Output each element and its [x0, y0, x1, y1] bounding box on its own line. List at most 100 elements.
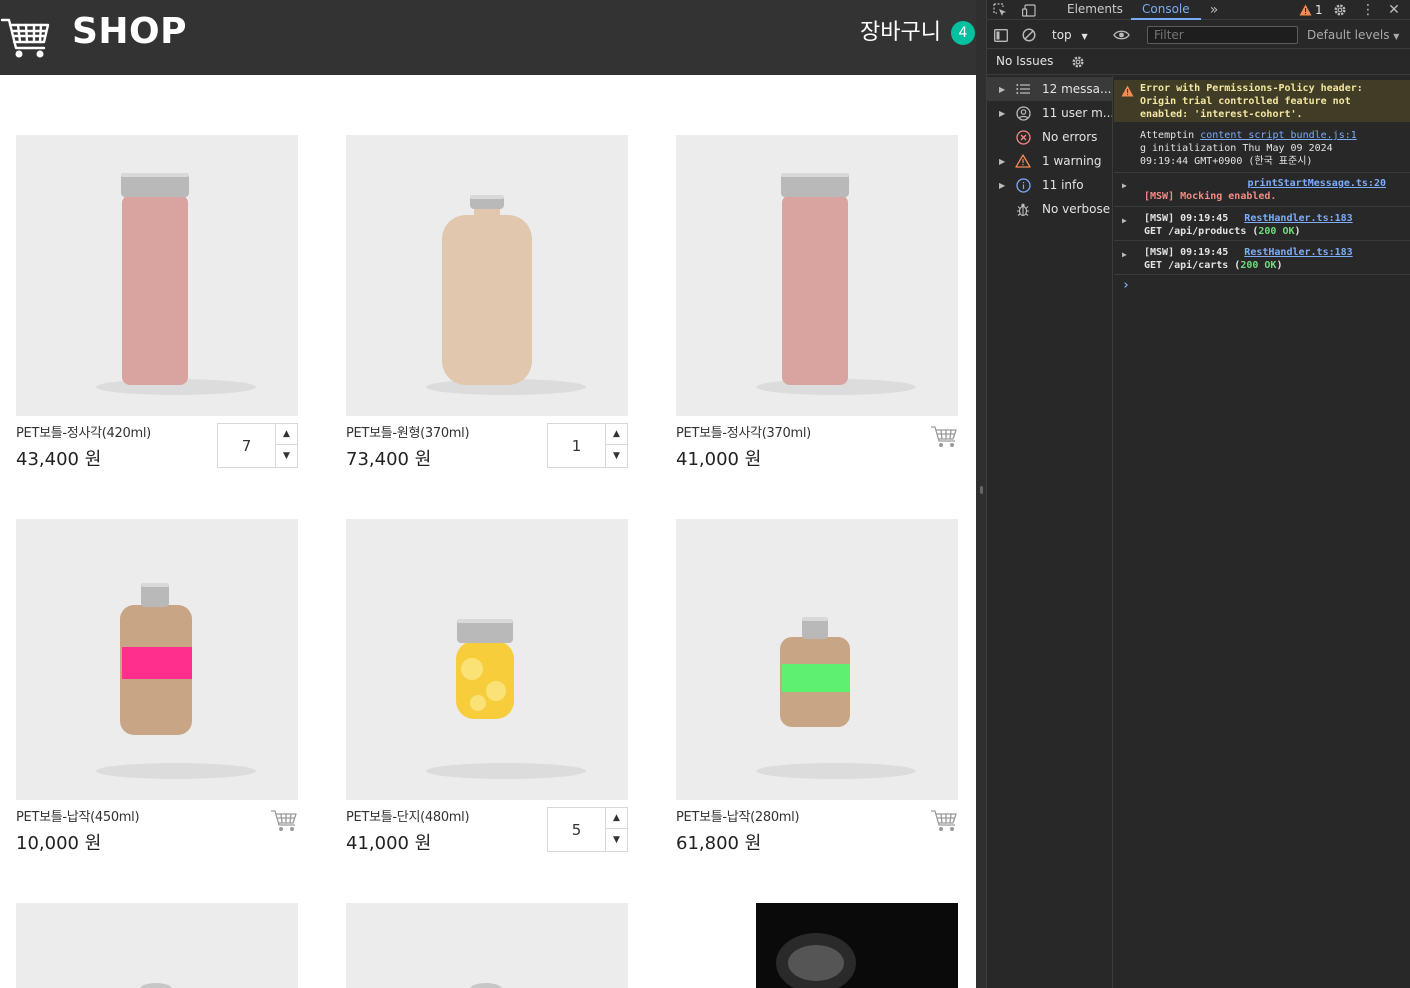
log-text: GET /api/products ( [1144, 226, 1259, 237]
expand-arrow-icon[interactable]: ▶ [1122, 248, 1127, 261]
log-levels-dropdown[interactable]: Default levels ▼ [1307, 25, 1399, 45]
context-selector[interactable]: top ▼ [1052, 25, 1088, 45]
quantity-stepper[interactable]: 5 ▲ ▼ [547, 807, 628, 852]
console-log-msw[interactable]: ▶ printStartMessage.ts:20 [MSW] Mocking … [1114, 177, 1410, 203]
product-name: PET보틀-정사각(370ml) [676, 426, 811, 441]
divider [1114, 240, 1410, 241]
shop-page: SHOP 장바구니 4 PET보틀-정사각(420ml) 43,400 원 7 ▲ ▼ P… [0, 0, 976, 988]
quantity-stepper[interactable]: 1 ▲ ▼ [547, 423, 628, 468]
quantity-stepper[interactable]: 7 ▲ ▼ [217, 423, 298, 468]
sidebar-toggle-icon[interactable] [992, 26, 1010, 44]
list-icon [1014, 80, 1032, 98]
warning-line: Origin trial controlled feature not [1140, 96, 1351, 107]
sidebar-item-label: No errors [1042, 130, 1098, 144]
log-text: g initialization Thu May 09 2024 [1140, 143, 1333, 154]
expand-arrow-icon: ▶ [999, 156, 1006, 166]
product-image[interactable] [16, 903, 298, 988]
resizer-grip [980, 486, 983, 494]
console-log-request-products[interactable]: ▶ [MSW] 09:19:45 RestHandler.ts:183 GET /… [1114, 212, 1410, 238]
quantity-value[interactable]: 1 [548, 424, 606, 467]
quantity-value[interactable]: 7 [218, 424, 276, 467]
source-link[interactable]: RestHandler.ts:183 [1244, 247, 1352, 258]
quantity-value[interactable]: 5 [548, 808, 606, 851]
decrease-quantity-icon[interactable]: ▼ [606, 829, 627, 850]
settings-gear-icon[interactable] [1331, 1, 1349, 19]
cart-logo-icon[interactable] [0, 10, 52, 62]
product-card: PET보틀-단지(480ml) 41,000 원 5 ▲ ▼ [346, 519, 628, 859]
sidebar-item-label: 11 user m... [1042, 106, 1112, 120]
expand-arrow-icon: ▶ [999, 180, 1006, 190]
source-link[interactable]: printStartMessage.ts:20 [1248, 178, 1386, 189]
product-image[interactable] [16, 135, 298, 416]
console-warning-message[interactable]: Error with Permissions-Policy header: Or… [1114, 80, 1410, 122]
console-log-request-carts[interactable]: ▶ [MSW] 09:19:45 RestHandler.ts:183 GET /… [1114, 246, 1410, 272]
add-to-cart-icon[interactable] [930, 423, 958, 449]
sidebar-item-messages[interactable]: ▶ 12 messa... [987, 77, 1112, 101]
devtools-resizer[interactable] [976, 0, 987, 988]
product-card: PET보틀-원형(370ml) 73,400 원 1 ▲ ▼ [346, 135, 628, 475]
status-ok: 200 OK [1258, 226, 1295, 237]
live-expression-eye-icon[interactable] [1112, 26, 1130, 44]
product-name: PET보틀-단지(480ml) [346, 810, 470, 825]
caret-down-icon: ▼ [1081, 32, 1088, 41]
console-settings-gear-icon[interactable] [1069, 53, 1087, 71]
tab-elements[interactable]: Elements [1067, 0, 1123, 20]
expand-arrow-icon[interactable]: ▶ [1122, 214, 1127, 227]
warning-count: 1 [1315, 3, 1323, 17]
log-levels-label: Default levels [1307, 28, 1390, 42]
log-text: [MSW] Mocking enabled. [1144, 191, 1277, 202]
add-to-cart-icon[interactable] [930, 807, 958, 833]
product-card: PET보틀-납작(450ml) 10,000 원 [16, 519, 298, 859]
expand-arrow-icon[interactable]: ▶ [1122, 179, 1127, 192]
product-image[interactable] [676, 903, 958, 988]
expand-arrow-icon: ▶ [999, 84, 1006, 94]
warning-counter[interactable]: 1 [1299, 1, 1323, 19]
device-toolbar-icon[interactable] [1020, 1, 1038, 19]
product-name: PET보틀-납작(450ml) [16, 810, 140, 825]
console-filter-input[interactable] [1147, 26, 1298, 44]
product-image[interactable] [16, 519, 298, 800]
increase-quantity-icon[interactable]: ▲ [606, 424, 627, 445]
product-image[interactable] [346, 903, 628, 988]
tab-console[interactable]: Console [1131, 0, 1201, 20]
log-text: ) [1276, 260, 1283, 271]
product-image[interactable] [346, 135, 628, 416]
clear-console-icon[interactable] [1020, 26, 1038, 44]
console-log-init[interactable]: Attemptin content script bundle.js:1 g i… [1114, 129, 1410, 168]
increase-quantity-icon[interactable]: ▲ [606, 808, 627, 829]
shop-title[interactable]: SHOP [72, 10, 187, 54]
cart-nav-link[interactable]: 장바구니 4 [860, 16, 975, 50]
sidebar-item-verbose[interactable]: No verbose [987, 197, 1112, 221]
decrease-quantity-icon[interactable]: ▼ [276, 445, 297, 466]
warning-line: enabled: 'interest-cohort'. [1140, 109, 1303, 120]
log-text: [MSW] 09:19:45 [1144, 247, 1229, 258]
product-name: PET보틀-원형(370ml) [346, 426, 470, 441]
product-price: 61,800 원 [676, 833, 762, 854]
product-price: 41,000 원 [676, 449, 762, 470]
warning-line: Error with Permissions-Policy header: [1140, 83, 1363, 94]
console-output: Error with Permissions-Policy header: Or… [1114, 76, 1410, 988]
decrease-quantity-icon[interactable]: ▼ [606, 445, 627, 466]
source-link[interactable]: RestHandler.ts:183 [1244, 213, 1352, 224]
expand-arrow-icon: ▶ [999, 108, 1006, 118]
sidebar-item-user-messages[interactable]: ▶ 11 user m... [987, 101, 1112, 125]
close-devtools-icon[interactable]: ✕ [1385, 1, 1403, 19]
product-image[interactable] [676, 135, 958, 416]
kebab-menu-icon[interactable]: ⋮ [1359, 1, 1377, 19]
product-image[interactable] [346, 519, 628, 800]
sidebar-item-label: 11 info [1042, 178, 1084, 192]
sidebar-item-info[interactable]: ▶ 11 info [987, 173, 1112, 197]
sidebar-item-label: 12 messa... [1042, 82, 1112, 96]
source-link[interactable]: content script bundle.js:1 [1200, 130, 1357, 141]
add-to-cart-icon[interactable] [270, 807, 298, 833]
increase-quantity-icon[interactable]: ▲ [276, 424, 297, 445]
more-tabs-icon[interactable]: » [1205, 1, 1223, 19]
log-text: ) [1294, 226, 1301, 237]
sidebar-item-warnings[interactable]: ▶ 1 warning [987, 149, 1112, 173]
product-image[interactable] [676, 519, 958, 800]
issues-link[interactable]: No Issues [996, 54, 1053, 68]
inspect-element-icon[interactable] [991, 1, 1009, 19]
sidebar-item-errors[interactable]: No errors [987, 125, 1112, 149]
console-prompt-caret-icon[interactable]: › [1122, 279, 1130, 292]
console-sidebar: ▶ 12 messa... ▶ 11 user m... No errors ▶… [987, 76, 1113, 988]
